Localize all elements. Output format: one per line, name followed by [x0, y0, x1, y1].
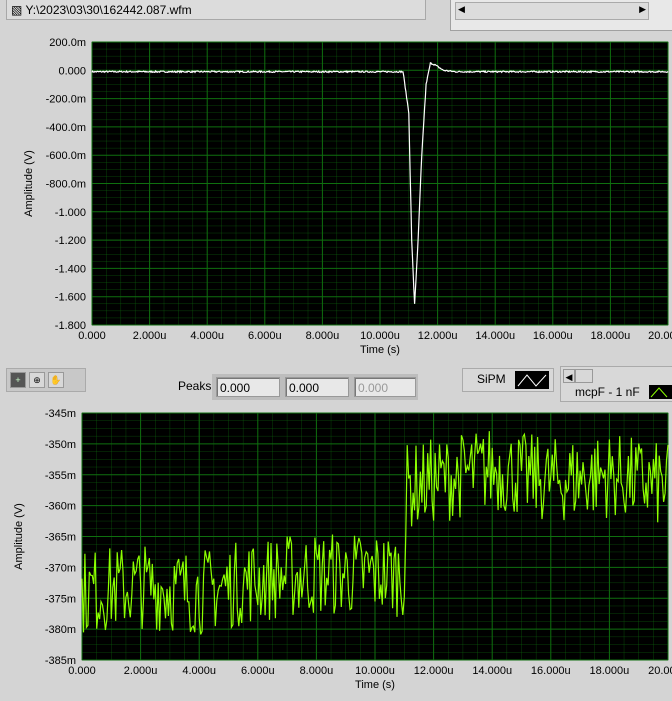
- y-tick-label: -1.200: [55, 235, 86, 247]
- x-tick-label: 12.000u: [418, 330, 458, 342]
- legend-sipm-line-icon: [515, 371, 549, 389]
- y-tick-label: -345m: [45, 408, 76, 420]
- y-tick-label: -360m: [45, 501, 76, 513]
- y-tick-label: -355m: [45, 470, 76, 482]
- y-tick-label: 0.000: [58, 65, 86, 77]
- y-axis-label: Amplitude (V): [13, 503, 25, 570]
- peaks-array: 0.000 0.000 0.000: [212, 374, 418, 400]
- x-tick-label: 8.000u: [300, 665, 334, 677]
- legend-mcp-label: mcpF - 1 nF: [575, 385, 640, 399]
- scroll-right-arrow-icon[interactable]: ▶: [639, 4, 646, 15]
- x-tick-label: 14.000u: [472, 665, 512, 677]
- cursor-tool-icon[interactable]: +: [10, 372, 26, 388]
- x-tick-label: 12.000u: [414, 665, 454, 677]
- graph-palette: + ⊕ ✋: [6, 368, 86, 392]
- horizontal-scrollbar[interactable]: ◀ ▶: [455, 2, 649, 20]
- peak-value-2[interactable]: 0.000: [285, 377, 349, 397]
- legend-mcp-line-icon: [649, 385, 672, 399]
- legend-sipm-label: SiPM: [477, 372, 506, 386]
- x-axis-label: Time (s): [360, 344, 400, 356]
- x-tick-label: 16.000u: [531, 665, 571, 677]
- y-tick-label: -370m: [45, 562, 76, 574]
- x-tick-label: 6.000u: [241, 665, 275, 677]
- y-tick-label: -1.800: [55, 320, 86, 332]
- y-tick-label: -800.0m: [46, 179, 86, 191]
- top-waveform-graph[interactable]: 0.000 2.000u 4.000u 6.000u 8.000u 10.000u 12.0…: [0, 32, 672, 364]
- legend-scroll-left-icon[interactable]: ◀: [563, 369, 575, 383]
- x-tick-label: 6.000u: [248, 330, 282, 342]
- x-tick-label: 4.000u: [182, 665, 216, 677]
- x-tick-label: 20.000u: [648, 330, 672, 342]
- x-tick-label: 18.000u: [591, 330, 631, 342]
- x-tick-label: 14.000u: [475, 330, 515, 342]
- y-tick-label: 200.0m: [49, 37, 86, 49]
- legend-scroll-thumb[interactable]: [575, 369, 593, 383]
- scroll-left-arrow-icon[interactable]: ◀: [458, 4, 465, 15]
- peak-value-3[interactable]: 0.000: [354, 377, 416, 397]
- y-tick-label: -600.0m: [46, 150, 86, 162]
- y-axis-label: Amplitude (V): [23, 150, 35, 217]
- file-path-display[interactable]: ▧ Y:\2023\03\30\162442.087.wfm: [6, 0, 426, 20]
- x-tick-label: 18.000u: [590, 665, 630, 677]
- x-tick-label: 4.000u: [190, 330, 224, 342]
- x-tick-label: 2.000u: [124, 665, 158, 677]
- legend-mcp[interactable]: ◀ mcpF - 1 nF: [560, 366, 672, 402]
- x-tick-label: 2.000u: [133, 330, 167, 342]
- x-tick-label: 10.000u: [355, 665, 395, 677]
- x-tick-label: 8.000u: [306, 330, 340, 342]
- y-tick-label: -1.400: [55, 263, 86, 275]
- y-tick-label: -375m: [45, 593, 76, 605]
- y-tick-label: -400.0m: [46, 122, 86, 134]
- x-tick-label: 10.000u: [360, 330, 400, 342]
- peak-value-1[interactable]: 0.000: [216, 377, 280, 397]
- y-tick-label: -1.000: [55, 207, 86, 219]
- y-tick-label: -1.600: [55, 292, 86, 304]
- zoom-tool-icon[interactable]: ⊕: [29, 372, 45, 388]
- y-tick-label: -350m: [45, 439, 76, 451]
- y-tick-label: -385m: [45, 655, 76, 667]
- x-tick-label: 20.000u: [648, 665, 672, 677]
- pan-hand-icon[interactable]: ✋: [48, 372, 64, 388]
- file-icon: ▧: [11, 3, 26, 17]
- y-tick-label: -380m: [45, 624, 76, 636]
- y-tick-label: -365m: [45, 532, 76, 544]
- bottom-waveform-graph[interactable]: 0.000 2.000u 4.000u 6.000u 8.000u 10.000u 12.0…: [0, 403, 672, 701]
- peaks-label: Peaks: [178, 379, 212, 393]
- legend-sipm[interactable]: SiPM: [462, 368, 554, 392]
- y-tick-label: -200.0m: [46, 94, 86, 106]
- x-axis-label: Time (s): [355, 679, 395, 691]
- x-tick-label: 16.000u: [533, 330, 573, 342]
